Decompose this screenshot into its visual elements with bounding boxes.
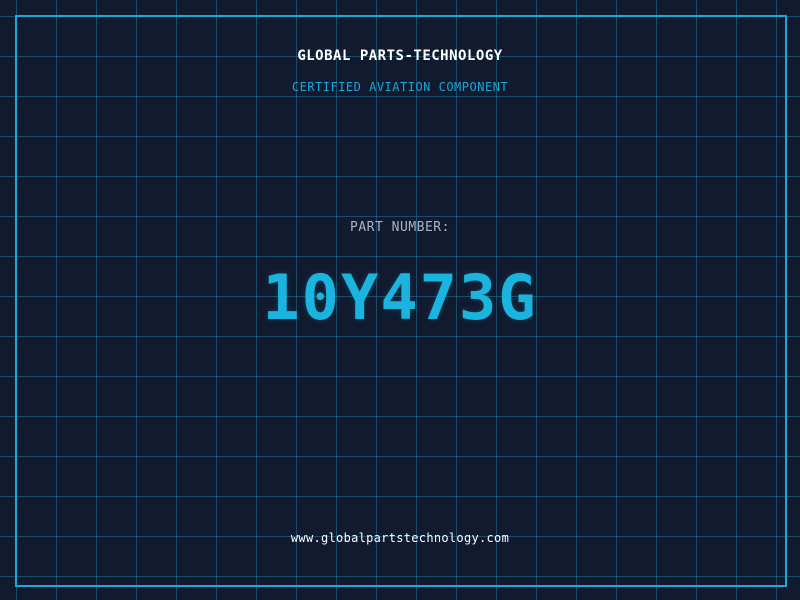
part-number-label: PART NUMBER:: [350, 220, 450, 235]
company-name: GLOBAL PARTS-TECHNOLOGY: [297, 48, 503, 64]
part-label-card: GLOBAL PARTS-TECHNOLOGY CERTIFIED AVIATI…: [0, 0, 800, 600]
certification-subtitle: CERTIFIED AVIATION COMPONENT: [291, 80, 509, 94]
website-url: www.globalpartstechnology.com: [290, 531, 510, 545]
part-number-value: 10Y473G: [262, 261, 538, 334]
